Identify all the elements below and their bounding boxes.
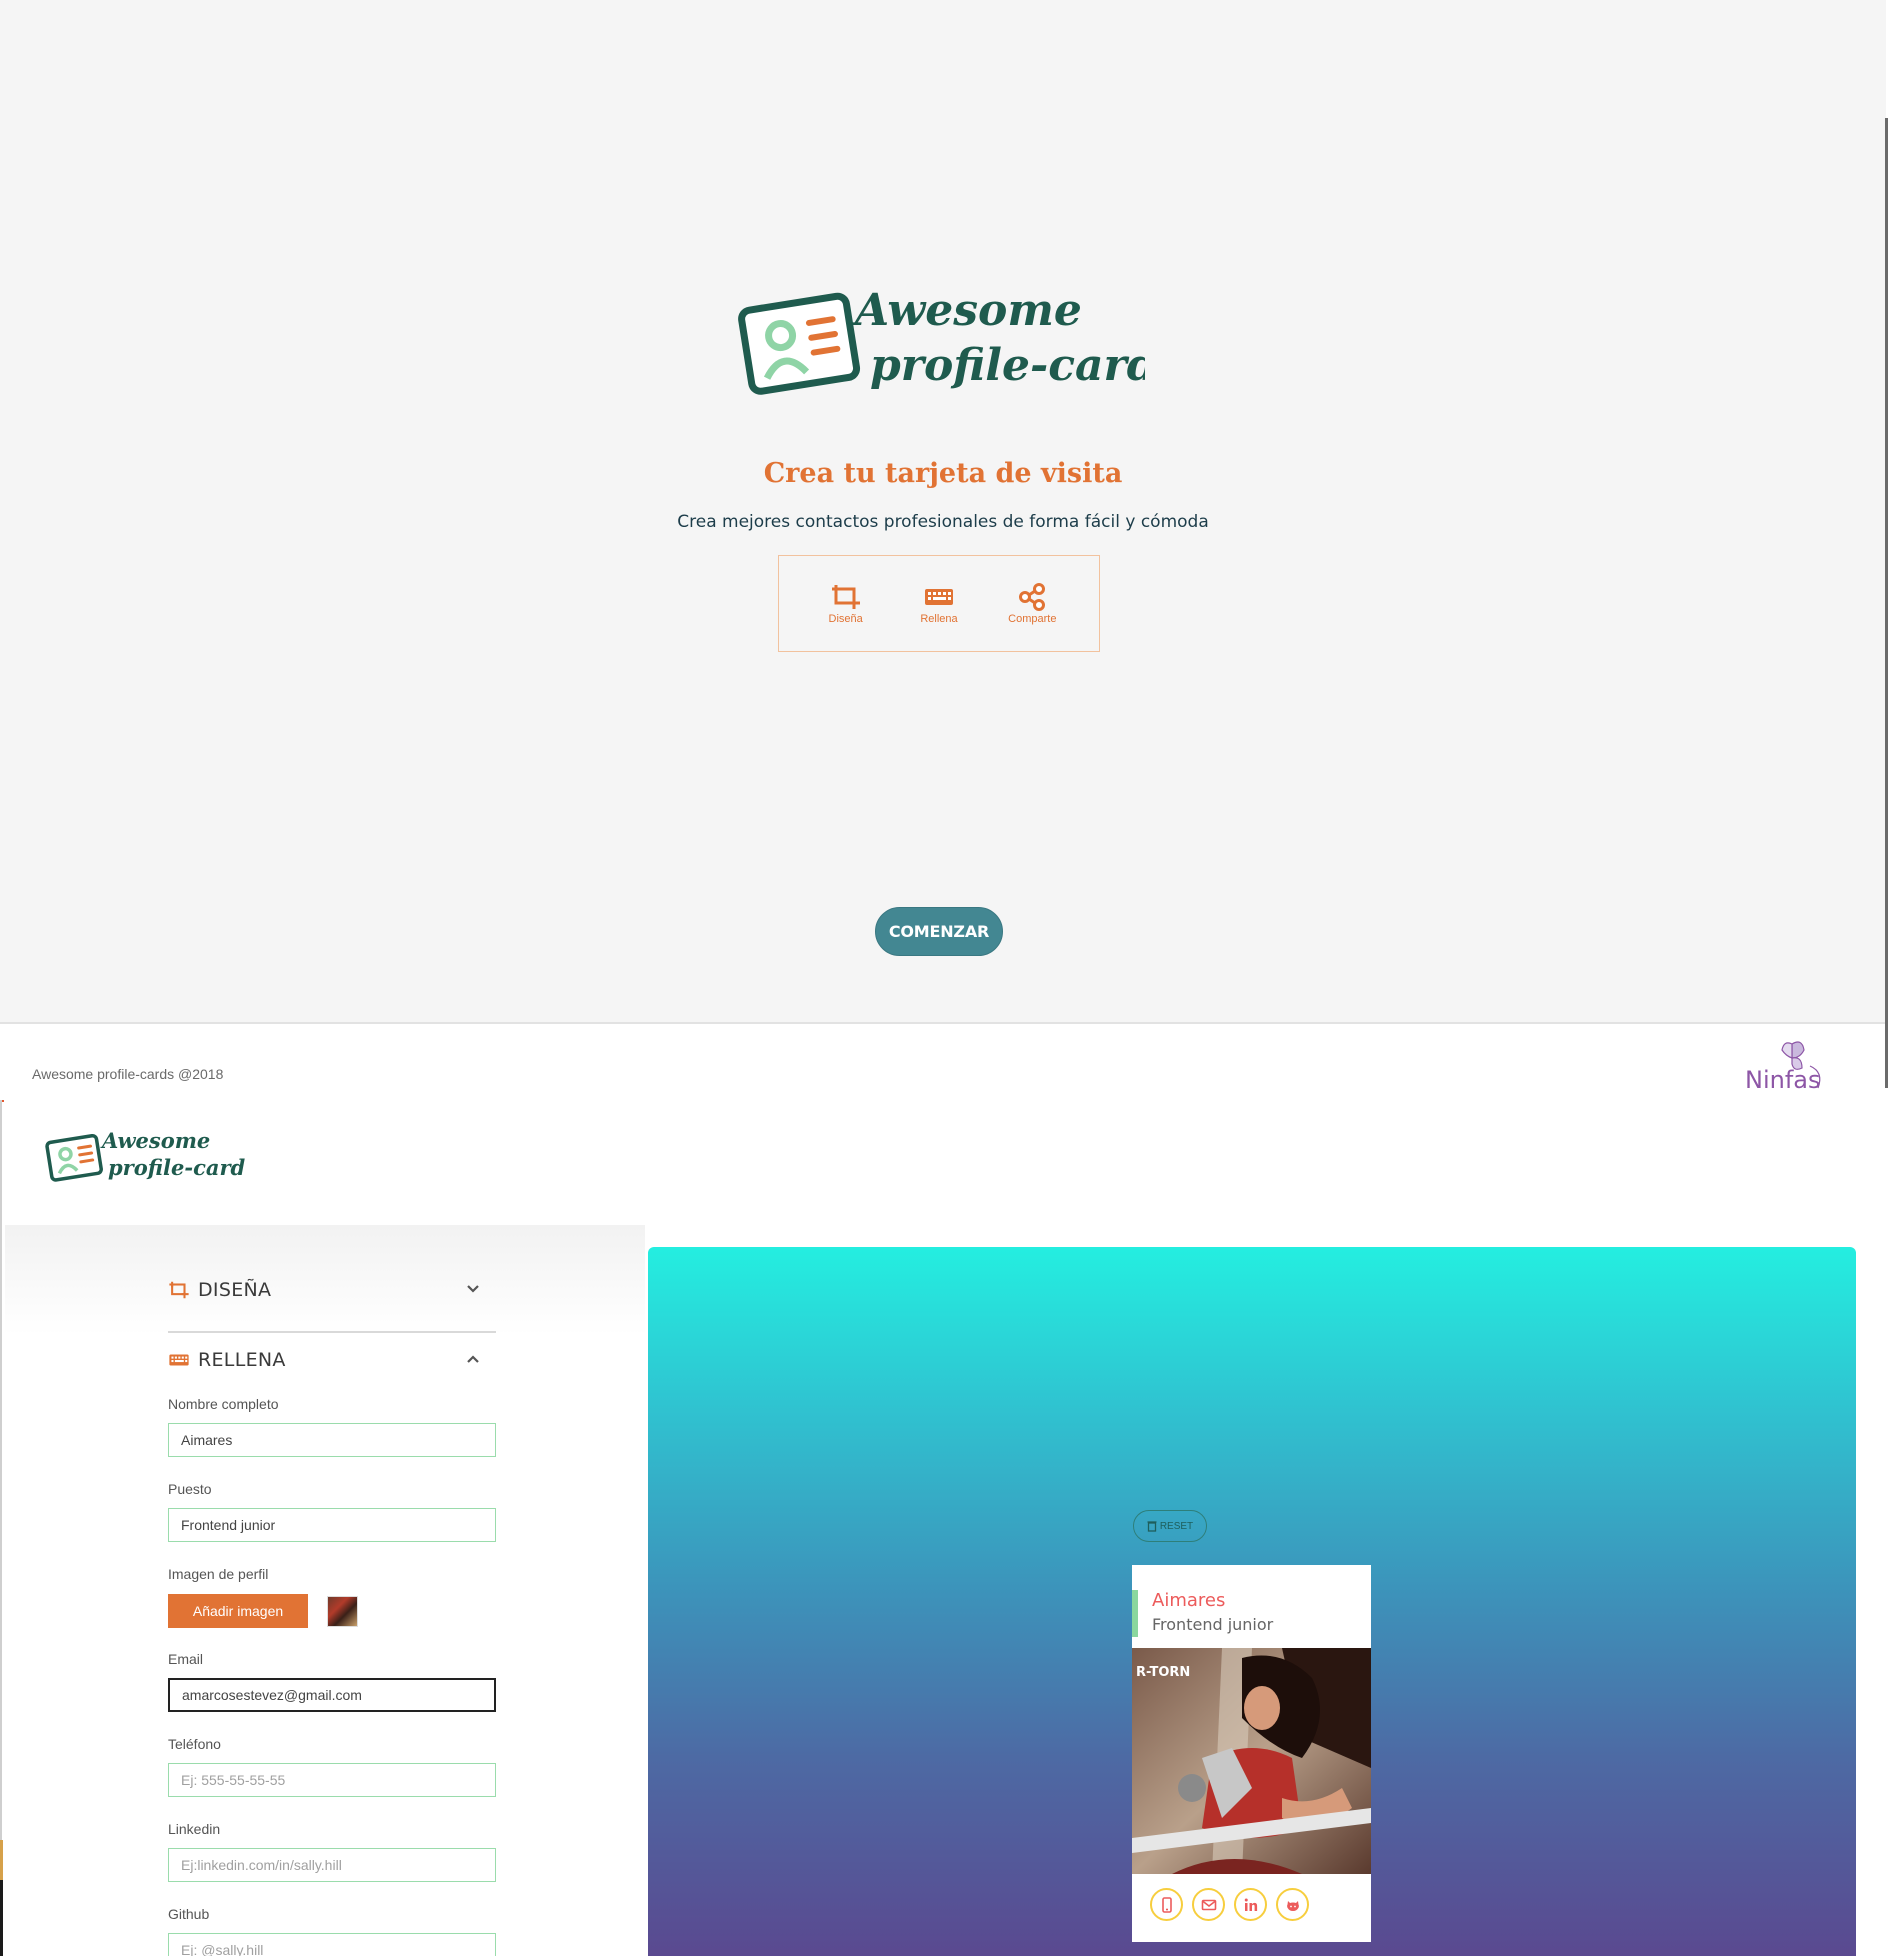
chevron-up-icon[interactable] [464, 1350, 482, 1368]
trash-icon [1147, 1521, 1157, 1532]
profile-card-logo-icon: Awesome profile-cards [738, 285, 1182, 395]
step-share: Comparte [992, 582, 1072, 625]
step-label: Diseña [828, 612, 863, 625]
section-design-header[interactable]: DISEÑA [168, 1275, 496, 1305]
reset-label: RESET [1159, 1520, 1194, 1532]
logo-line-1: Awesome [100, 1128, 210, 1153]
chevron-down-icon[interactable] [464, 1280, 482, 1298]
footer-copyright: Awesome profile-cards @2018 [32, 1066, 224, 1082]
reset-button[interactable]: RESET [1133, 1510, 1207, 1542]
edge-line [0, 1100, 2, 1956]
logo-line-2: profile-cards [108, 1155, 245, 1180]
app-logo[interactable]: Awesome profile-cards [45, 1125, 257, 1187]
job-input[interactable] [168, 1508, 496, 1542]
start-button[interactable]: COMENZAR [875, 907, 1003, 956]
logo-line-1: Awesome [851, 285, 1082, 336]
name-label: Nombre completo [168, 1396, 279, 1412]
logo-line-2: profile-cards [870, 340, 1145, 391]
linkedin-label: Linkedin [168, 1821, 221, 1837]
step-label: Rellena [920, 612, 958, 625]
design-icon [169, 1281, 189, 1299]
card-social-links [1150, 1888, 1309, 1921]
email-link[interactable] [1192, 1888, 1225, 1921]
step-label: Comparte [1008, 612, 1057, 625]
github-input[interactable] [168, 1933, 496, 1956]
section-design-label: DISEÑA [198, 1279, 272, 1301]
scrollbar[interactable] [1885, 118, 1888, 1088]
phone-icon [1161, 1896, 1172, 1913]
profile-card-logo-icon: Awesome profile-cards [45, 1128, 257, 1182]
mail-icon [1201, 1899, 1216, 1910]
card-job: Frontend junior [1152, 1615, 1274, 1634]
card-name: Aimares [1152, 1590, 1226, 1611]
linkedin-link[interactable] [1234, 1888, 1267, 1921]
name-input[interactable] [168, 1423, 496, 1457]
comic-heroine-image: R-TORN [1132, 1648, 1371, 1874]
app-header [5, 1100, 1888, 1225]
image-caption: R-TORN [1136, 1665, 1190, 1680]
card-accent-bar [1132, 1590, 1138, 1637]
phone-label: Teléfono [168, 1736, 221, 1752]
step-design: Diseña [806, 583, 886, 625]
steps-box: Diseña Rellena Comparte [778, 555, 1100, 652]
linkedin-icon [1244, 1898, 1257, 1911]
share-icon [1019, 582, 1046, 611]
card-profile-image: R-TORN [1132, 1648, 1371, 1874]
landing-subtitle: Crea mejores contactos profesionales de … [677, 512, 1209, 532]
ninfas-brand: Ninfas [1745, 1066, 1821, 1094]
image-label: Imagen de perfil [168, 1566, 269, 1582]
job-label: Puesto [168, 1481, 212, 1497]
step-fill: Rellena [899, 583, 979, 625]
phone-link[interactable] [1150, 1888, 1183, 1921]
keyboard-icon [924, 588, 953, 605]
add-image-button[interactable]: Añadir imagen [168, 1594, 308, 1628]
email-label: Email [168, 1651, 204, 1667]
section-fill-header[interactable]: RELLENA [168, 1345, 496, 1375]
keyboard-icon [169, 1354, 189, 1366]
section-divider [168, 1331, 496, 1333]
edge-mark-dark [0, 1880, 3, 1956]
edge-mark-orange [0, 1840, 3, 1880]
landing-logo: Awesome profile-cards [735, 275, 1182, 405]
section-fill-label: RELLENA [198, 1349, 286, 1371]
email-input[interactable] [168, 1678, 496, 1712]
design-icon [831, 584, 860, 609]
profile-image-thumbnail [327, 1596, 358, 1627]
phone-input[interactable] [168, 1763, 496, 1797]
linkedin-input[interactable] [168, 1848, 496, 1882]
ninfas-logo[interactable]: Ninfas [1740, 1036, 1836, 1096]
github-label: Github [168, 1906, 210, 1922]
github-icon [1286, 1900, 1299, 1911]
github-link[interactable] [1276, 1888, 1309, 1921]
landing-title: Crea tu tarjeta de visita [763, 458, 1123, 489]
